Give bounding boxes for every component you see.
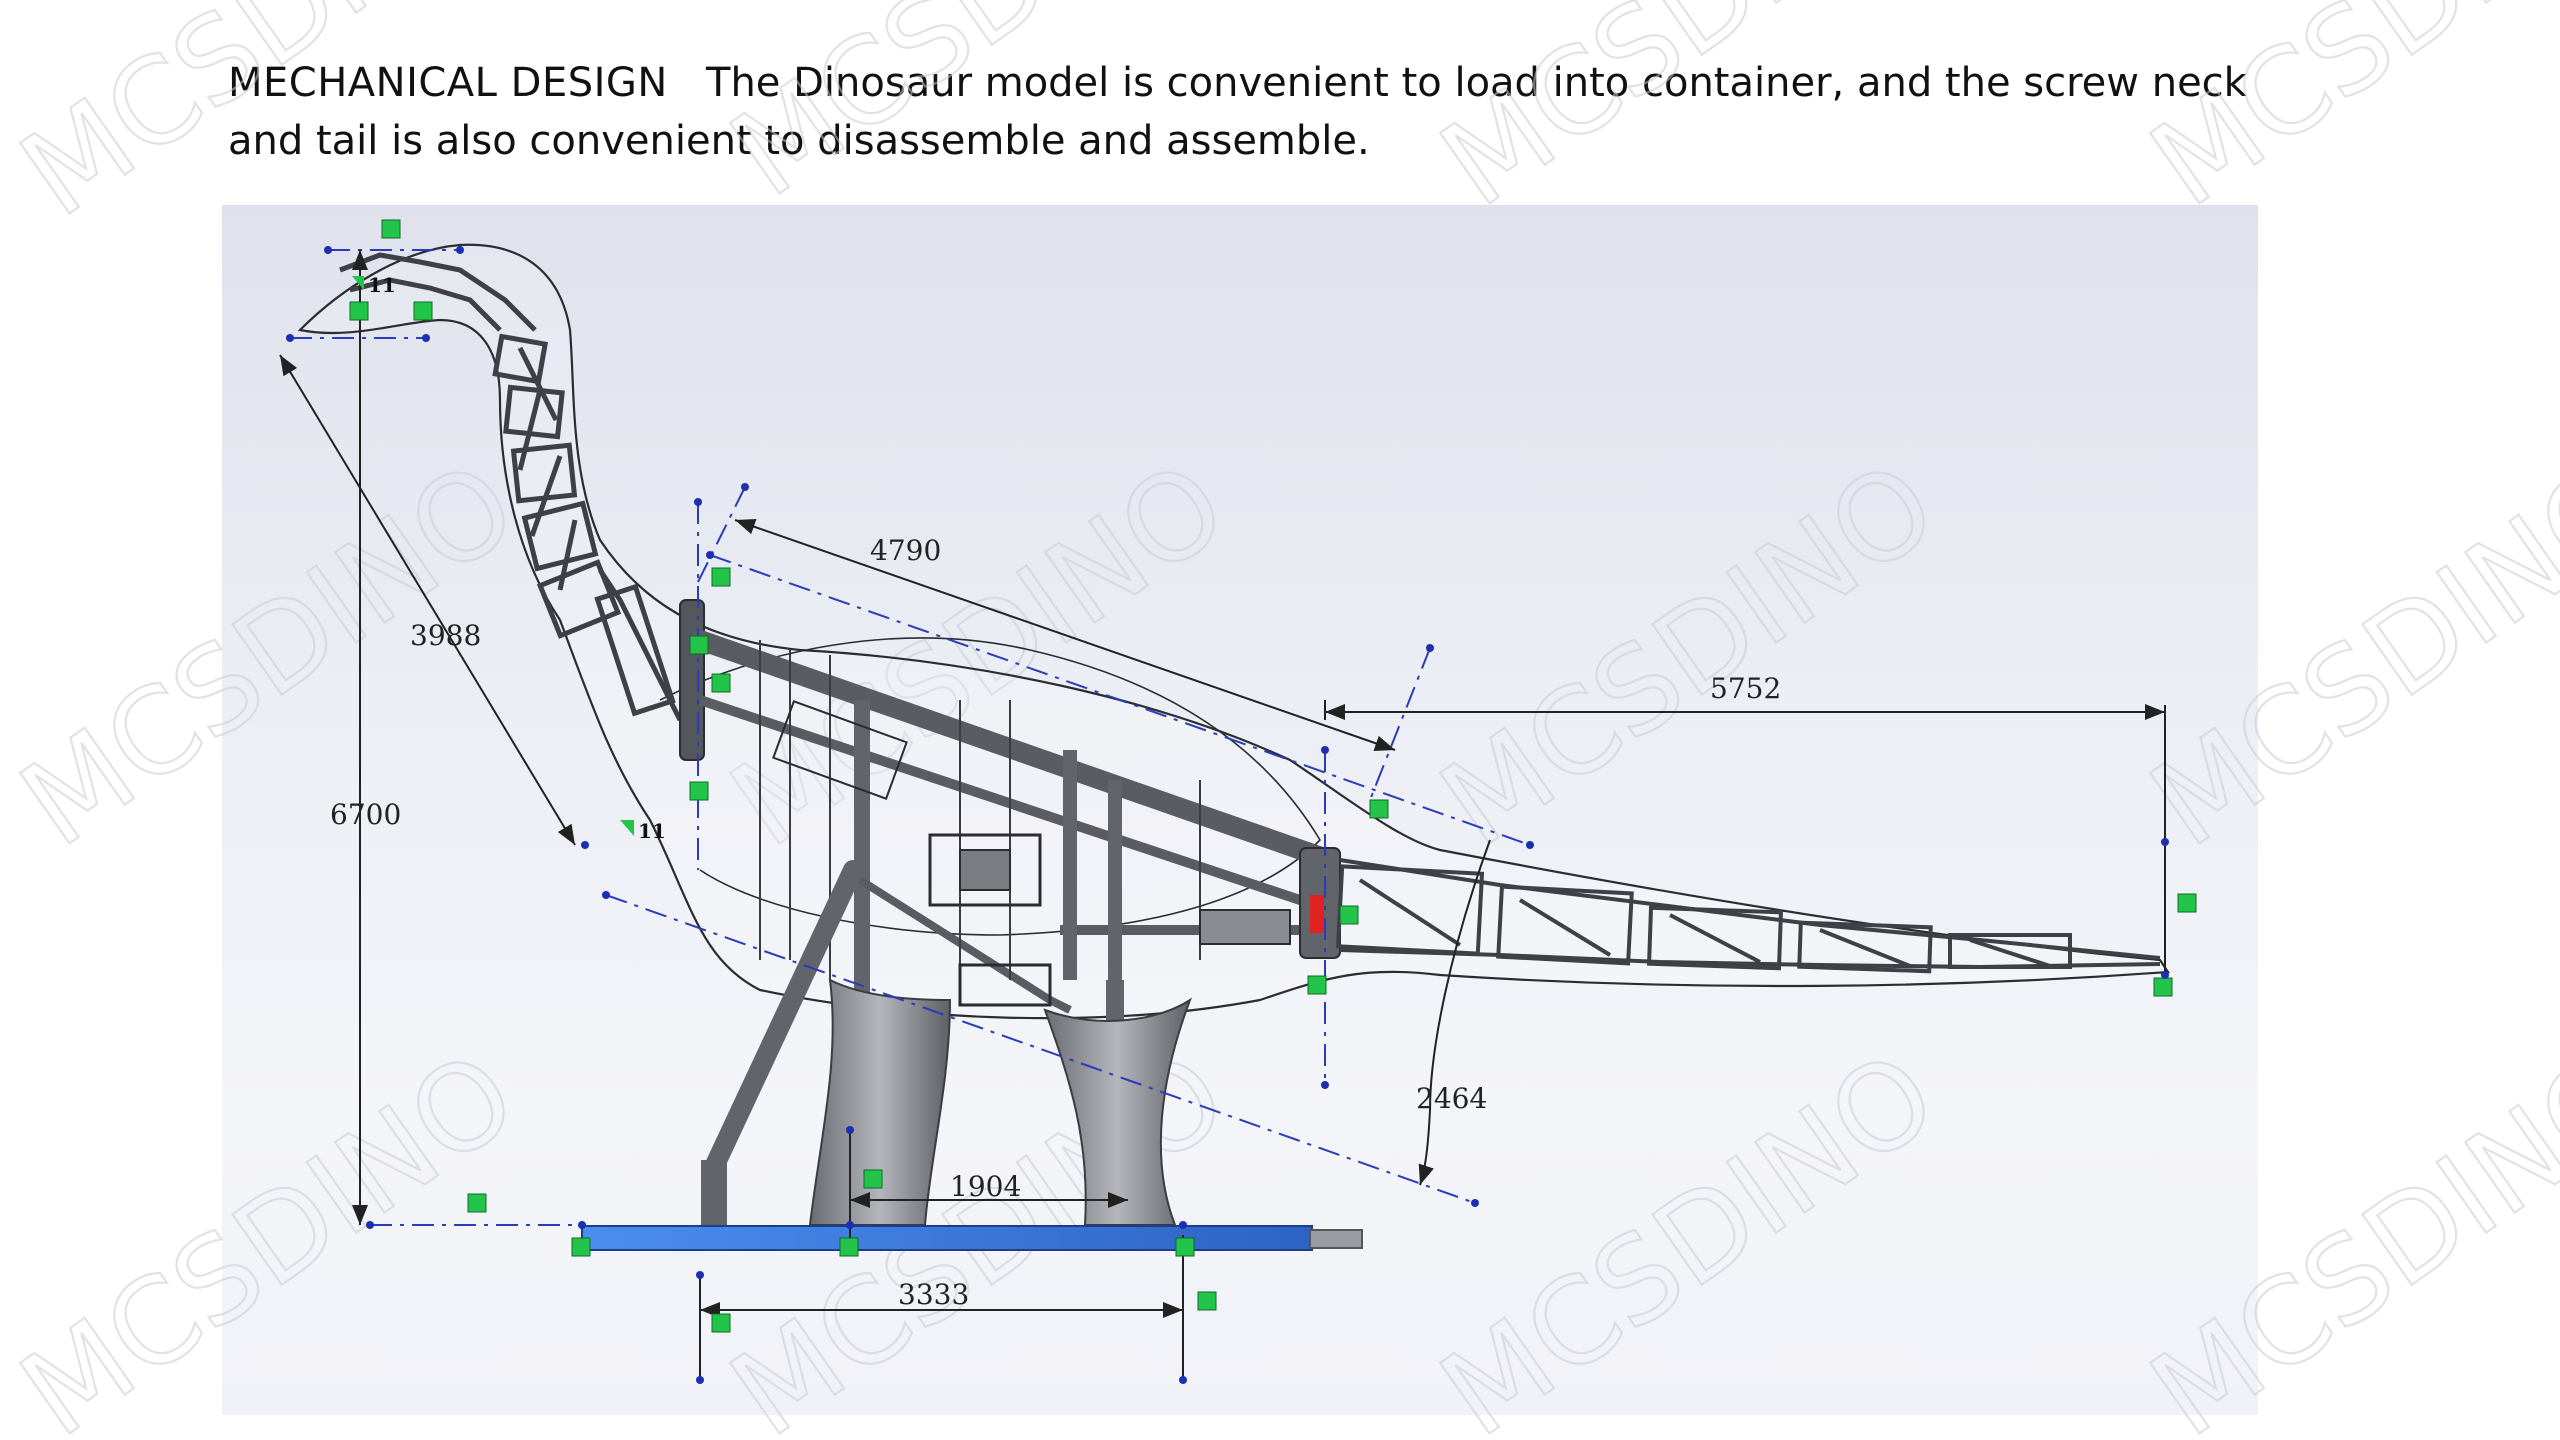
watermark-text: MCSDINO — [1417, 1025, 1960, 1440]
watermark-text: MCSDINO — [707, 0, 1250, 223]
watermark-logo: MCSDINO — [2126, 1024, 2560, 1440]
watermark-logo: MCSDINO — [1416, 1024, 1961, 1440]
neck-mount-plate — [679, 599, 705, 761]
watermark-text: MCSDINO — [2127, 0, 2560, 233]
watermark-text: MCSDINO — [0, 0, 540, 243]
watermark-text: MCSDINO — [1417, 435, 1960, 873]
constraint-marker — [1175, 1237, 1195, 1257]
constraint-marker — [1339, 905, 1359, 925]
watermark-text: MCSDINO — [0, 1025, 540, 1440]
watermark-text: MCSDINO — [1417, 0, 1960, 233]
mechanical-drawing: MCSDINO MCSDINO MCSDINO MCSDINO MCSDINO … — [0, 0, 2560, 1440]
watermark-logo: MCSDINO — [2126, 434, 2560, 874]
watermark-logo: MCSDINO — [0, 0, 541, 244]
constraint-marker — [711, 1313, 731, 1333]
constraint-marker — [1197, 1291, 1217, 1311]
dim-label-tail-drop: 2464 — [1416, 1082, 1487, 1115]
watermark-logo: MCSDINO — [2126, 0, 2560, 234]
constraint-marker — [711, 673, 731, 693]
constraint-marker — [1369, 799, 1389, 819]
constraint-marker — [467, 1193, 487, 1213]
constraint-marker — [571, 1237, 591, 1257]
angle-label-neck: 11 — [638, 819, 666, 843]
dinosaur-skin-outline — [297, 243, 2170, 1020]
constraint-marker — [839, 1237, 859, 1257]
watermark-text: MCSDINO — [2127, 435, 2560, 873]
constraint-marker — [381, 219, 401, 239]
constraint-marker — [1307, 975, 1327, 995]
constraint-marker — [689, 635, 709, 655]
constraint-marker — [413, 301, 433, 321]
watermark-logo: MCSDINO — [1416, 0, 1961, 234]
constraint-marker — [2153, 977, 2173, 997]
dim-label-base-length: 3333 — [898, 1278, 969, 1311]
watermark-text: MCSDINO — [2127, 1025, 2560, 1440]
watermark-logo: MCSDINO — [0, 434, 541, 874]
dim-label-tail-length: 5752 — [1710, 672, 1781, 705]
constraint-marker — [711, 567, 731, 587]
constraint-marker — [349, 301, 369, 321]
watermark-logo: MCSDINO — [0, 1024, 541, 1440]
dim-label-neck-length: 3988 — [410, 619, 481, 652]
dim-label-overall-height: 6700 — [330, 798, 401, 831]
base-plate — [581, 1225, 1363, 1251]
constraint-marker — [2177, 893, 2197, 913]
watermark-logo: MCSDINO — [1416, 434, 1961, 874]
watermark-logo: MCSDINO — [706, 0, 1251, 224]
constraint-marker — [689, 781, 709, 801]
dim-label-body-length: 4790 — [870, 534, 941, 567]
dim-label-leg-spacing: 1904 — [950, 1170, 1021, 1203]
angle-label-top: 11 — [368, 273, 396, 297]
watermark-text: MCSDINO — [0, 435, 540, 873]
angle-callout-neck: 11 — [620, 819, 666, 843]
constraint-marker — [863, 1169, 883, 1189]
